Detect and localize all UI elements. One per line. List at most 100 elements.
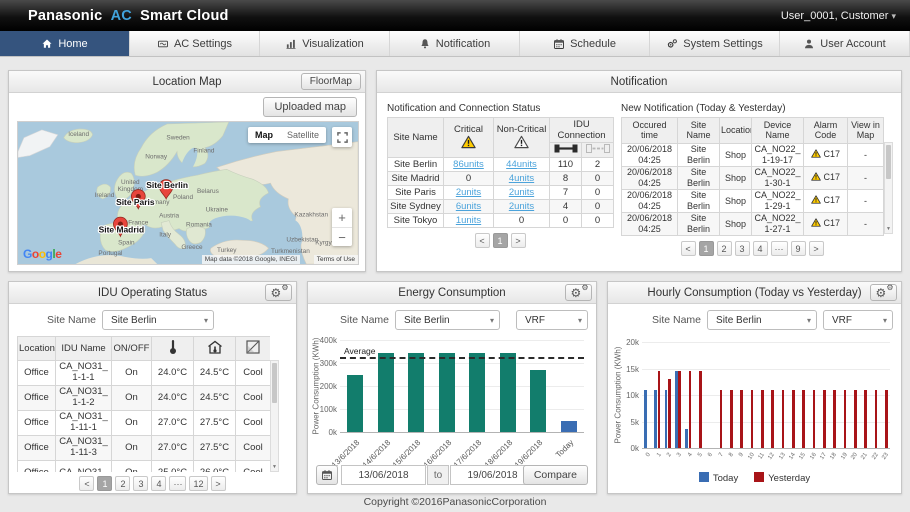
x-axis-tick: 14: [785, 452, 797, 465]
site-name-select[interactable]: Site Berlin: [395, 310, 500, 330]
pagination-page[interactable]: 4: [753, 241, 768, 256]
non-critical-cell: 4units: [494, 172, 550, 186]
non-critical-cell: 2units: [494, 186, 550, 200]
nav-tab-ac-settings[interactable]: AC Settings: [130, 31, 260, 56]
location-cell: Shop: [720, 166, 752, 189]
x-axis-tick: 0: [640, 452, 652, 465]
google-logo[interactable]: Google: [23, 247, 61, 261]
user-menu[interactable]: User_0001, Customer: [781, 10, 896, 22]
bar: [833, 390, 836, 448]
nav-tab-label: Notification: [436, 38, 490, 50]
vertical-scrollbar[interactable]: ▼: [884, 142, 893, 234]
pagination-page[interactable]: 3: [735, 241, 750, 256]
bar: [813, 390, 816, 448]
onoff-cell: On: [112, 386, 152, 411]
bar: [844, 390, 847, 448]
nav-tab-label: AC Settings: [174, 38, 232, 50]
map-canvas: IcelandNorwaySwedenFinlandUnitedKingdomI…: [18, 122, 358, 264]
uploaded-map-button[interactable]: Uploaded map: [263, 97, 357, 117]
pagination-next[interactable]: >: [809, 241, 824, 256]
pagination-page[interactable]: ···: [169, 476, 186, 491]
pagination-prev[interactable]: <: [79, 476, 94, 491]
bar: [378, 353, 394, 432]
units-link[interactable]: 2units: [509, 187, 534, 198]
legend-label: Today: [713, 473, 738, 484]
ac-settings-icon: [157, 38, 169, 50]
pagination-page[interactable]: 4: [151, 476, 166, 491]
google-map[interactable]: IcelandNorwaySwedenFinlandUnitedKingdomI…: [17, 121, 359, 265]
nav-tab-system-settings[interactable]: System Settings: [650, 31, 780, 56]
legend-swatch: [699, 472, 709, 482]
pagination-page[interactable]: 1: [97, 476, 112, 491]
vertical-scrollbar[interactable]: ▼: [270, 360, 279, 472]
nav-tab-user-account[interactable]: User Account: [780, 31, 910, 56]
pagination-page[interactable]: 12: [189, 476, 207, 491]
units-link[interactable]: 2units: [456, 187, 481, 198]
map-type-map-button[interactable]: Map: [248, 127, 280, 143]
scrollbar-thumb[interactable]: [272, 363, 277, 403]
status-table-caption: Notification and Connection Status: [387, 103, 540, 114]
settings-gear-button[interactable]: ⚙⚙: [565, 284, 592, 301]
bar: [665, 390, 668, 448]
units-link[interactable]: 6units: [456, 201, 481, 212]
pagination-next[interactable]: >: [211, 476, 226, 491]
x-axis-tick: 17: [816, 452, 828, 465]
energy-consumption-panel: Energy Consumption ⚙⚙ Site Name Site Ber…: [307, 281, 597, 494]
units-link[interactable]: 86units: [453, 159, 484, 170]
pagination-prev[interactable]: <: [681, 241, 696, 256]
zoom-in-button[interactable]: +: [332, 208, 352, 227]
device-name-cell: CA_NO22_1-29-1: [752, 189, 804, 212]
nav-tab-home[interactable]: Home: [0, 31, 130, 56]
pagination-page[interactable]: ···: [771, 241, 788, 256]
y-axis-tick: 15k: [612, 365, 639, 374]
scroll-down-arrow[interactable]: ▼: [885, 227, 892, 232]
equipment-type-select[interactable]: VRF: [823, 310, 893, 330]
units-link[interactable]: 44units: [506, 159, 537, 170]
date-from-input[interactable]: 13/06/2018: [341, 465, 426, 485]
bar: [668, 379, 671, 448]
bar: [408, 353, 424, 432]
pagination-page[interactable]: 2: [115, 476, 130, 491]
nav-tab-visualization[interactable]: Visualization: [260, 31, 390, 56]
view-in-map-cell: -: [848, 166, 884, 189]
gridline: [340, 340, 584, 341]
google-logo-letter: o: [39, 247, 46, 261]
pagination-page[interactable]: 2: [717, 241, 732, 256]
nav-tab-schedule[interactable]: Schedule: [520, 31, 650, 56]
floormap-button[interactable]: FloorMap: [301, 73, 361, 90]
bar: [823, 390, 826, 448]
units-link[interactable]: 2units: [509, 201, 534, 212]
x-axis-tick: 6: [702, 452, 714, 465]
notification-status-table: Site NameCriticalNon-CriticalIDU Connect…: [387, 117, 614, 228]
zoom-out-button[interactable]: −: [332, 227, 352, 246]
onoff-cell: On: [112, 361, 152, 386]
equipment-type-select[interactable]: VRF: [516, 310, 588, 330]
gridline: [642, 369, 890, 370]
site-name-select[interactable]: Site Berlin: [707, 310, 817, 330]
set-temp-cell: 24.0°C: [152, 386, 194, 411]
idu-name-cell: CA_NO31_1-1-2: [56, 386, 112, 411]
terms-of-use-link[interactable]: Terms of Use: [314, 255, 358, 264]
settings-gear-button[interactable]: ⚙⚙: [265, 284, 292, 301]
pagination-page[interactable]: 1: [493, 233, 508, 248]
bar: [761, 390, 764, 448]
scrollbar-thumb[interactable]: [886, 145, 891, 179]
fullscreen-icon[interactable]: [332, 127, 352, 147]
settings-gear-button[interactable]: ⚙⚙: [870, 284, 897, 301]
nav-tab-notification[interactable]: Notification: [390, 31, 520, 56]
compare-button[interactable]: Compare: [523, 465, 588, 485]
scroll-down-arrow[interactable]: ▼: [271, 465, 278, 470]
units-link[interactable]: 4units: [509, 173, 534, 184]
pagination-page[interactable]: 1: [699, 241, 714, 256]
calendar-icon[interactable]: [316, 465, 338, 485]
country-label: Poland: [173, 194, 194, 201]
device-name-cell: CA_NO22_1-19-17: [752, 143, 804, 166]
map-type-satellite-button[interactable]: Satellite: [280, 127, 326, 143]
units-link[interactable]: 1units: [456, 215, 481, 226]
country-label: Austria: [159, 213, 179, 220]
pagination-next[interactable]: >: [511, 233, 526, 248]
pagination-page[interactable]: 9: [791, 241, 806, 256]
pagination-page[interactable]: 3: [133, 476, 148, 491]
site-name-select[interactable]: Site Berlin: [102, 310, 214, 330]
pagination-prev[interactable]: <: [475, 233, 490, 248]
